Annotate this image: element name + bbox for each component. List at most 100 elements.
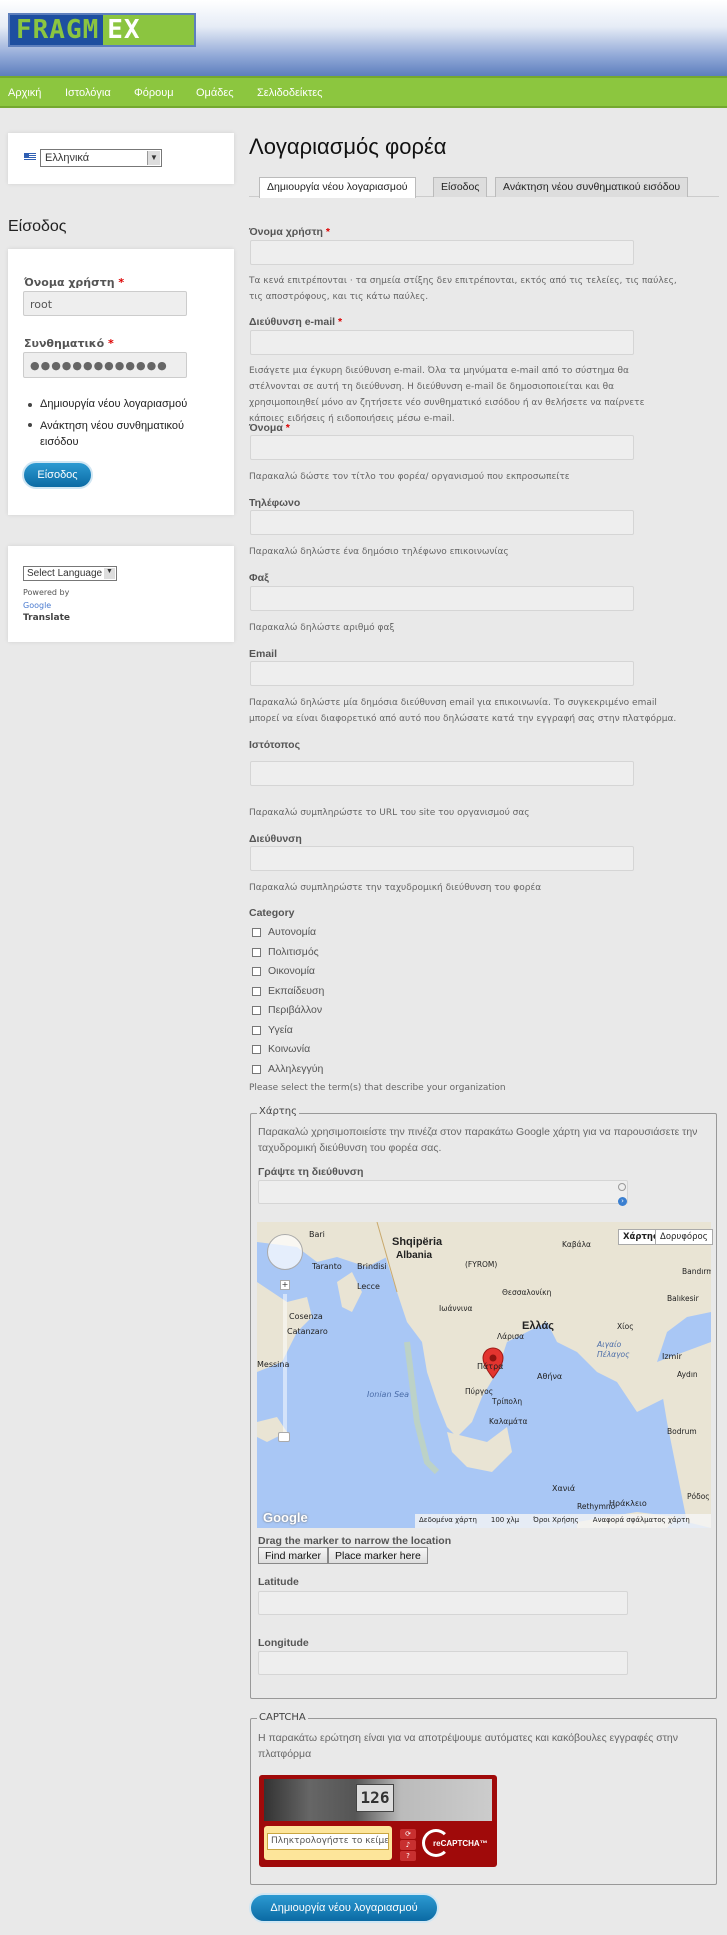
- contact-email-input[interactable]: [250, 661, 634, 686]
- zoom-in-icon[interactable]: +: [280, 1280, 290, 1290]
- username-field[interactable]: root: [23, 291, 187, 316]
- nav-home[interactable]: Αρχική: [8, 87, 41, 99]
- category-checkbox[interactable]: [252, 1006, 261, 1015]
- password-label: Συνθηματικό *: [24, 337, 114, 350]
- login-title: Είσοδος: [8, 218, 67, 235]
- map-label: Καλαμάτα: [489, 1417, 528, 1426]
- geocode-input[interactable]: [258, 1180, 628, 1204]
- map-label: Χίος: [617, 1322, 634, 1331]
- login-button[interactable]: Είσοδος: [22, 461, 93, 489]
- field-label-fax: Φαξ: [249, 572, 269, 584]
- fax-input[interactable]: [250, 586, 634, 611]
- chevron-down-icon: ▼: [104, 568, 115, 579]
- password-field[interactable]: ●●●●●●●●●●●●●: [23, 352, 187, 378]
- map-label: Messina: [257, 1360, 290, 1369]
- field-label-phone: Τηλέφωνο: [249, 497, 301, 509]
- map-label: Bodrum: [667, 1427, 697, 1436]
- category-label-society: Κοινωνία: [268, 1043, 311, 1055]
- powered-by: Powered by: [23, 588, 70, 597]
- map-label: Brindisi: [357, 1262, 387, 1271]
- field-label-contact-email: Email: [249, 648, 278, 660]
- name-input[interactable]: [250, 435, 634, 460]
- contact-email-desc: Παρακαλώ δηλώστε μία δημόσια διεύθυνση e…: [249, 698, 677, 724]
- field-label-address: Διεύθυνση: [249, 833, 302, 845]
- category-desc: Please select the term(s) that describe …: [249, 1083, 506, 1093]
- map-data-link[interactable]: Δεδομένα χάρτη: [419, 1516, 477, 1526]
- category-checkbox[interactable]: [252, 928, 261, 937]
- map-label: Θεσσαλονίκη: [502, 1288, 552, 1297]
- website-input[interactable]: [250, 761, 634, 786]
- map-label: Καβάλα: [562, 1240, 591, 1249]
- phone-input[interactable]: [250, 510, 634, 535]
- email-input[interactable]: [250, 330, 634, 355]
- language-select[interactable]: Ελληνικά ▼: [40, 149, 162, 167]
- category-checkbox[interactable]: [252, 1045, 261, 1054]
- google-map-logo[interactable]: Google: [263, 1510, 308, 1525]
- drag-instructions: Drag the marker to narrow the location: [258, 1535, 452, 1547]
- help-icon[interactable]: ?: [400, 1851, 416, 1861]
- nav-blogs[interactable]: Ιστολόγια: [65, 87, 111, 99]
- map-label: Aydın: [677, 1370, 698, 1379]
- audio-icon[interactable]: ♪: [400, 1840, 416, 1850]
- map-terms-link[interactable]: Όροι Χρήσης: [533, 1516, 579, 1526]
- category-label-economy: Οικονομία: [268, 965, 316, 977]
- nav-bookmarks[interactable]: Σελιδοδείκτες: [257, 87, 322, 99]
- field-label-website: Ιστότοπος: [249, 739, 301, 751]
- translate-select[interactable]: Select Language ▼: [23, 566, 117, 581]
- address-desc: Παρακαλώ συμπληρώστε την ταχυδρομική διε…: [249, 883, 542, 893]
- create-account-link[interactable]: Δημιουργία νέου λογαριασμού: [27, 398, 187, 410]
- category-label-autonomy: Αυτονομία: [268, 926, 317, 938]
- submit-create-account-button[interactable]: Δημιουργία νέου λογαριασμού: [249, 1893, 439, 1923]
- field-label-email: Διεύθυνση e-mail *: [249, 316, 343, 328]
- latitude-input[interactable]: [258, 1591, 628, 1615]
- category-checkbox[interactable]: [252, 948, 261, 957]
- username-input[interactable]: [250, 240, 634, 265]
- address-input[interactable]: [250, 846, 634, 871]
- map-label: Cosenza: [289, 1312, 323, 1321]
- logo-right: EX: [107, 15, 141, 45]
- google-map[interactable]: + Shqipëria Albania Ελλάς Bari Taranto B…: [257, 1222, 711, 1528]
- captcha-code: 126: [356, 1784, 394, 1812]
- site-logo[interactable]: FRAGM EX: [8, 13, 196, 47]
- nav-forum[interactable]: Φόρουμ: [134, 87, 174, 99]
- map-label: Lecce: [357, 1282, 380, 1291]
- map-report-link[interactable]: Αναφορά σφάλματος χάρτη: [593, 1516, 690, 1526]
- category-checkbox[interactable]: [252, 967, 261, 976]
- recover-password-link[interactable]: Ανάκτηση νέου συνθηματικού εισόδου: [28, 418, 190, 450]
- tab-login[interactable]: Είσοδος: [433, 177, 488, 197]
- google-logo: Google: [23, 601, 52, 610]
- map-type-satellite-button[interactable]: Δορυφόρος: [655, 1229, 713, 1245]
- map-label: Bandırma: [682, 1267, 711, 1276]
- category-checkbox[interactable]: [252, 987, 261, 996]
- longitude-input[interactable]: [258, 1651, 628, 1675]
- username-desc: Τα κενά επιτρέπονται · τα σημεία στίξης …: [249, 276, 677, 302]
- map-label: Bari: [309, 1230, 325, 1239]
- geocode-icon[interactable]: ›: [618, 1197, 627, 1206]
- place-marker-button[interactable]: Place marker here: [328, 1547, 428, 1564]
- language-value: Ελληνικά: [45, 152, 90, 164]
- find-marker-button[interactable]: Find marker: [258, 1547, 329, 1564]
- nav-groups[interactable]: Ομάδες: [196, 87, 234, 99]
- username-label: Όνομα χρήστη *: [24, 276, 125, 289]
- tab-create-account[interactable]: Δημιουργία νέου λογαριασμού: [259, 177, 416, 198]
- refresh-icon[interactable]: ⟳: [400, 1829, 416, 1839]
- captcha-desc: Η παρακάτω ερώτηση είναι για να αποτρέψο…: [258, 1732, 678, 1760]
- map-label: Shqipëria: [392, 1236, 443, 1248]
- category-checkbox[interactable]: [252, 1065, 261, 1074]
- recaptcha-label: reCAPTCHA™: [433, 1839, 488, 1848]
- translate-link[interactable]: Translate: [23, 613, 70, 623]
- map-label: Ιωάννινα: [439, 1304, 473, 1313]
- map-label: Ionian Sea: [367, 1390, 409, 1399]
- map-desc: Παρακαλώ χρησιμοποιείστε την πινέζα στον…: [258, 1126, 698, 1154]
- zoom-handle[interactable]: [278, 1432, 290, 1442]
- greek-flag-icon: [24, 153, 36, 161]
- map-label: Taranto: [312, 1262, 342, 1271]
- captcha-input[interactable]: Πληκτρολογήστε το κείμενο: [267, 1833, 389, 1850]
- category-label-solidarity: Αλληλεγγύη: [268, 1063, 324, 1075]
- email-desc: Εισάγετε μια έγκυρη διεύθυνση e-mail. Όλ…: [249, 366, 645, 424]
- tab-recover-password[interactable]: Ανάκτηση νέου συνθηματικού εισόδου: [495, 177, 689, 197]
- map-pan-control[interactable]: [267, 1234, 303, 1270]
- map-label: Αθήνα: [537, 1372, 563, 1381]
- category-checkbox[interactable]: [252, 1026, 261, 1035]
- translate-select-value: Select Language: [27, 568, 103, 579]
